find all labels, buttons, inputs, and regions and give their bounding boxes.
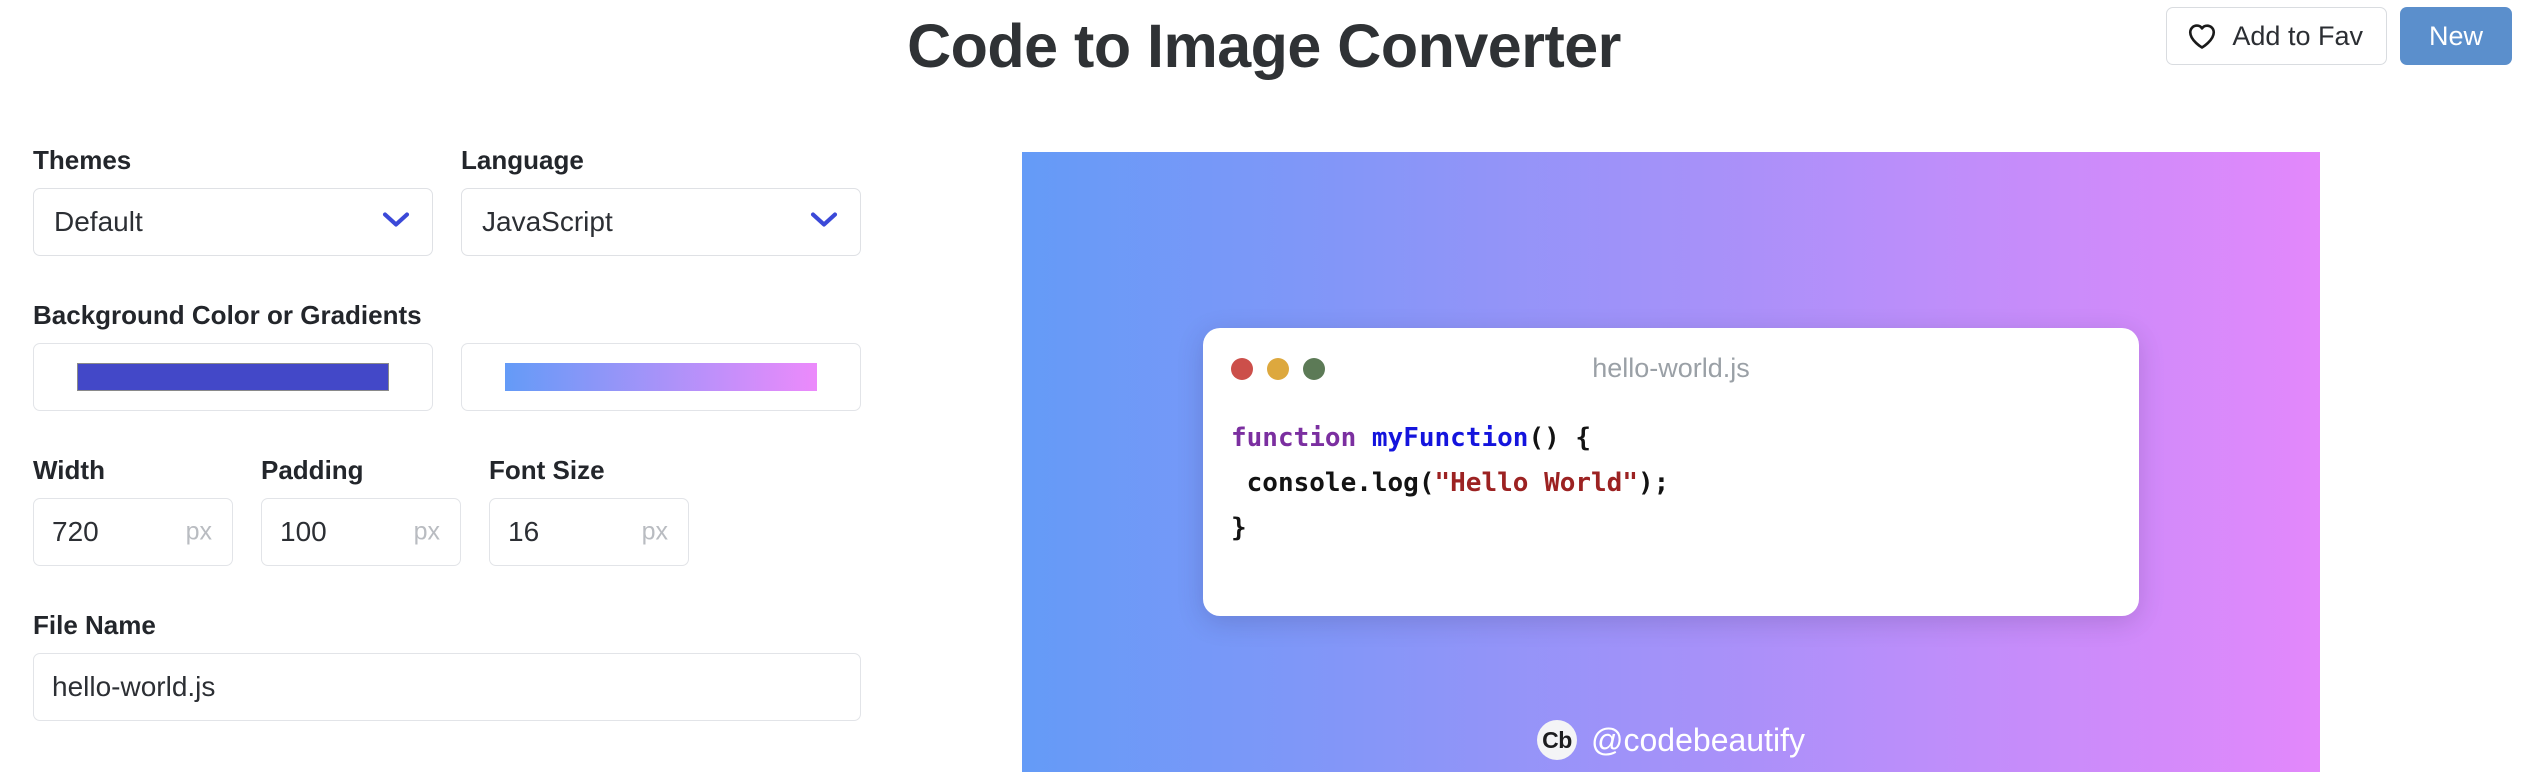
heart-icon bbox=[2187, 22, 2217, 50]
dimensions-row: Width 720 px Padding 100 px Font Size 16… bbox=[33, 455, 883, 566]
new-button[interactable]: New bbox=[2399, 7, 2512, 65]
code-card: hello-world.js function myFunction() { c… bbox=[1203, 328, 2139, 616]
padding-unit: px bbox=[413, 517, 440, 546]
theme-language-row: Themes Default Language JavaScript bbox=[33, 145, 883, 256]
watermark-handle: @codebeautify bbox=[1591, 721, 1805, 758]
preview-canvas: hello-world.js function myFunction() { c… bbox=[1022, 152, 2320, 772]
code-block: function myFunction() { console.log("Hel… bbox=[1203, 402, 2139, 551]
width-unit: px bbox=[185, 517, 212, 546]
font-size-label: Font Size bbox=[489, 455, 605, 485]
code-line: console.log("Hello World"); bbox=[1231, 461, 2139, 506]
chevron-down-icon bbox=[382, 211, 410, 234]
padding-label: Padding bbox=[261, 455, 364, 485]
font-size-input[interactable]: 16 px bbox=[489, 498, 689, 566]
code-token-string: "Hello World" bbox=[1434, 468, 1639, 498]
themes-select[interactable]: Default bbox=[33, 188, 433, 256]
settings-panel: Themes Default Language JavaScript Backg… bbox=[33, 145, 883, 721]
language-select[interactable]: JavaScript bbox=[461, 188, 861, 256]
background-label: Background Color or Gradients bbox=[33, 300, 422, 330]
background-control: Background Color or Gradients bbox=[33, 300, 883, 411]
app-header: Code to Image Converter Add to Fav New bbox=[0, 0, 2528, 92]
background-swatch-row bbox=[33, 343, 883, 411]
code-line: } bbox=[1231, 506, 2139, 551]
header-actions: Add to Fav New bbox=[2166, 7, 2512, 65]
themes-selected-value: Default bbox=[54, 206, 143, 237]
language-selected-value: JavaScript bbox=[482, 206, 613, 237]
watermark: Cb @codebeautify bbox=[1022, 720, 2320, 760]
gradient-swatch-button[interactable] bbox=[461, 343, 861, 411]
themes-label: Themes bbox=[33, 145, 132, 175]
codebeautify-logo-icon: Cb bbox=[1537, 720, 1578, 760]
language-label: Language bbox=[461, 145, 584, 175]
add-to-fav-label: Add to Fav bbox=[2232, 20, 2363, 51]
add-to-fav-button[interactable]: Add to Fav bbox=[2166, 7, 2387, 65]
font-size-control: Font Size 16 px bbox=[489, 455, 689, 566]
code-token-plain: ); bbox=[1638, 468, 1670, 498]
language-control: Language JavaScript bbox=[461, 145, 861, 256]
code-token-plain: } bbox=[1231, 513, 1247, 543]
code-card-filename: hello-world.js bbox=[1592, 353, 1750, 383]
code-token-plain: console.log( bbox=[1231, 468, 1435, 498]
padding-value: 100 bbox=[280, 516, 327, 547]
width-control: Width 720 px bbox=[33, 455, 233, 566]
code-token-keyword: function bbox=[1231, 423, 1372, 453]
width-value: 720 bbox=[52, 516, 99, 547]
code-card-topbar: hello-world.js bbox=[1203, 328, 2139, 402]
padding-control: Padding 100 px bbox=[261, 455, 461, 566]
chevron-down-icon bbox=[810, 211, 838, 234]
solid-color-swatch-button[interactable] bbox=[33, 343, 433, 411]
padding-input[interactable]: 100 px bbox=[261, 498, 461, 566]
solid-color-swatch bbox=[77, 363, 389, 391]
font-size-unit: px bbox=[641, 517, 668, 546]
file-name-control: File Name hello-world.js bbox=[33, 610, 883, 721]
file-name-input[interactable]: hello-world.js bbox=[33, 653, 861, 721]
themes-control: Themes Default bbox=[33, 145, 433, 256]
gradient-swatch bbox=[505, 363, 817, 391]
font-size-value: 16 bbox=[508, 516, 540, 547]
code-token-plain: () { bbox=[1528, 423, 1592, 453]
code-line: function myFunction() { bbox=[1231, 416, 2139, 461]
width-input[interactable]: 720 px bbox=[33, 498, 233, 566]
file-name-label: File Name bbox=[33, 610, 156, 640]
code-token-function: myFunction bbox=[1371, 423, 1529, 453]
file-name-value: hello-world.js bbox=[52, 671, 216, 702]
width-label: Width bbox=[33, 455, 105, 485]
page-title: Code to Image Converter bbox=[907, 12, 1621, 80]
